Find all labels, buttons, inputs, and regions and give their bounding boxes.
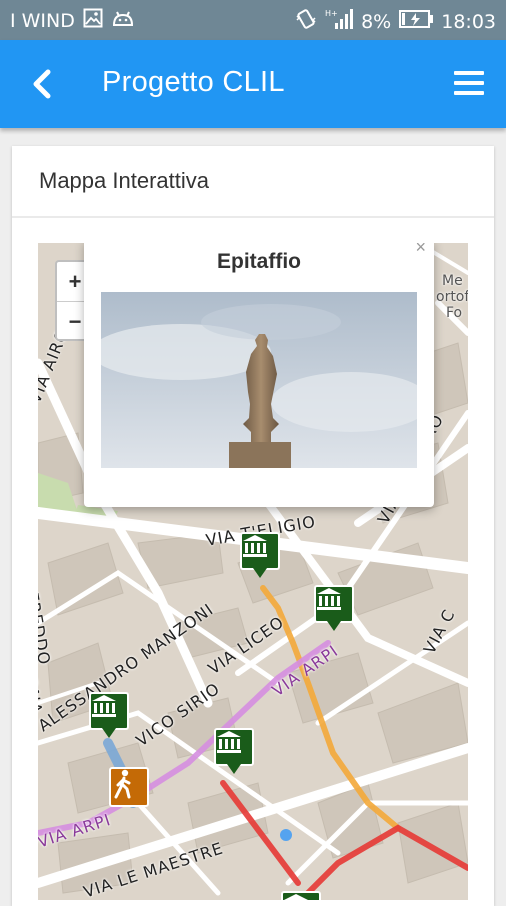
card-title: Mappa Interattiva [39,168,209,193]
poi-label: ortofr [436,289,468,305]
walking-tour-marker[interactable] [109,767,149,807]
museum-icon [243,535,267,557]
signal-label: H+ [325,9,338,18]
battery-percentage: 8% [361,10,392,33]
poi-label: Fo [446,305,463,321]
poi-label: Me [442,273,463,289]
museum-icon [317,588,341,610]
marker-popup: × Epitaffio [84,243,434,507]
carrier-label: I WIND [10,9,75,32]
signal-icon: H+ [325,8,354,35]
museum-marker[interactable] [314,585,354,633]
interactive-map[interactable]: VIA T'ELIGIO VIA LICEO VICO SIRIO ALESSA… [38,243,468,900]
pedestrian-icon [114,769,131,799]
location-dot [280,829,292,841]
android-notification-icon [111,9,135,32]
vibrate-icon [295,8,317,35]
museum-icon [92,695,116,717]
museum-marker[interactable] [240,532,280,580]
status-bar: I WIND H+ 8% 18:03 [0,0,506,40]
card-header: Mappa Interattiva [12,146,494,218]
clock: 18:03 [441,10,496,33]
back-button[interactable] [24,62,60,106]
popup-title: Epitaffio [217,250,301,273]
app-title: Progetto CLIL [102,66,285,98]
museum-icon [217,731,241,753]
museum-marker[interactable] [89,692,129,740]
museum-icon [284,894,308,900]
menu-button[interactable] [454,68,486,100]
app-bar: Progetto CLIL [0,40,506,128]
gallery-notification-icon [83,8,103,33]
popup-image [101,292,417,468]
museum-marker[interactable] [281,891,321,900]
battery-charging-icon [399,10,434,33]
back-arrow-icon [33,69,51,99]
museum-marker[interactable] [214,728,254,776]
